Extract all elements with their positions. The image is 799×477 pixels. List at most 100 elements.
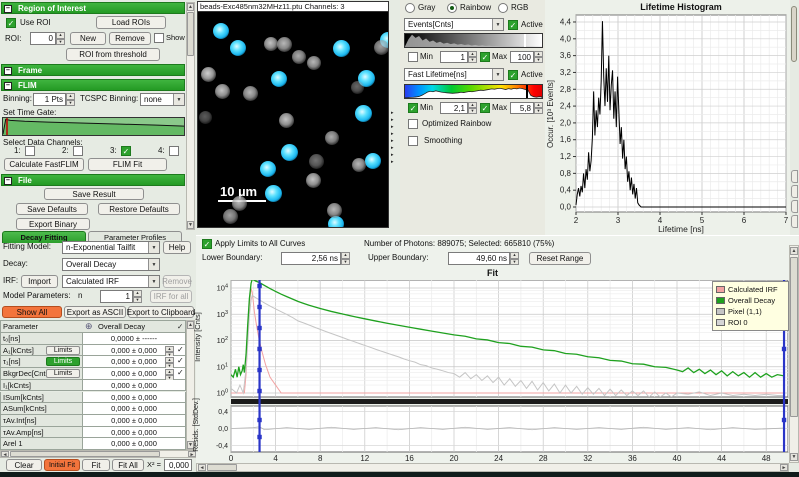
flim-fit-button[interactable]: FLIM Fit [88, 158, 167, 171]
collapse-icon[interactable]: – [4, 177, 12, 185]
events-max-input[interactable]: 100 [510, 51, 534, 63]
scroll-thumb[interactable] [207, 464, 237, 471]
binning-input[interactable]: 1 Pts [33, 93, 66, 106]
roi-new-button[interactable]: New [70, 32, 106, 45]
fit-hscrollbar[interactable]: ◄ ► [196, 463, 789, 472]
value-spinner[interactable]: ▲▼ [165, 357, 174, 366]
binning-spinner[interactable]: ▲▼ [66, 93, 75, 106]
param-value-cell[interactable]: 0,000 ± 0,000 [83, 415, 186, 427]
fit-all-button[interactable]: Fit All [112, 459, 144, 471]
lifetime-channel-select[interactable]: Fast Lifetime[ns]▼ [404, 68, 504, 81]
param-value-cell[interactable]: 0,000 ± 0,000 [83, 392, 186, 404]
events-min-checkbox[interactable] [408, 52, 418, 64]
curve-check[interactable]: ✓ [177, 322, 183, 331]
clear-button[interactable]: Clear [6, 459, 42, 471]
image-splitter[interactable]: ▸▸▸▸▸▸▸▸ [390, 0, 400, 235]
scroll-up-arrow[interactable]: ▲ [790, 247, 798, 255]
export-binary-button[interactable]: Export Binary [16, 218, 90, 230]
calculate-fastflim-button[interactable]: Calculate FastFLIM [4, 158, 84, 171]
collapse-icon[interactable]: – [4, 5, 12, 13]
save-defaults-button[interactable]: Save Defaults [16, 203, 88, 215]
channel-checkbox[interactable] [169, 146, 179, 156]
section-header-roi[interactable]: –Region of Interest [1, 2, 185, 14]
irf-select[interactable]: Calculated IRF▼ [62, 275, 160, 288]
roi-number-input[interactable]: 0 [30, 32, 56, 45]
rgb-radio[interactable] [498, 3, 508, 15]
param-value-cell[interactable]: 0,000 ± 0,000 [83, 427, 186, 439]
chevron-down-icon[interactable]: ▼ [492, 69, 503, 80]
scroll-down-arrow[interactable]: ▼ [790, 453, 798, 461]
section-header-flim[interactable]: –FLIM [1, 79, 185, 91]
fit-param-check[interactable]: ✓ [177, 368, 184, 377]
fit-param-check[interactable]: ✓ [177, 345, 184, 354]
scroll-left-arrow[interactable]: ◄ [1, 451, 9, 457]
help-button[interactable]: Help [163, 241, 191, 254]
fit-vscrollbar[interactable]: ▲ ▼ [789, 245, 799, 463]
param-value-cell[interactable]: 0,0000 ± ------ [83, 333, 186, 345]
scroll-thumb[interactable] [790, 257, 798, 417]
lifetime-active-checkbox[interactable]: ✓ [508, 70, 518, 80]
n-input[interactable]: 1 [100, 290, 133, 303]
use-roi-checkbox[interactable]: ✓ [6, 18, 16, 28]
panel-handle[interactable] [791, 6, 797, 62]
events-max-checkbox[interactable]: ✓ [480, 52, 490, 62]
gray-radio[interactable] [405, 3, 415, 15]
fit-param-check[interactable]: ✓ [177, 356, 184, 365]
side-button[interactable] [791, 185, 798, 198]
upper-boundary-input[interactable]: 49,60 ns [448, 252, 510, 265]
export-clipboard-button[interactable]: Export to Clipboard [128, 306, 194, 318]
chevron-down-icon[interactable]: ▼ [148, 242, 159, 253]
side-button[interactable] [791, 170, 798, 183]
table-hscrollbar[interactable]: ◄ ► [0, 450, 196, 458]
restore-defaults-button[interactable]: Restore Defaults [98, 203, 180, 215]
scroll-up-arrow[interactable]: ▲ [187, 3, 194, 11]
scroll-thumb[interactable] [10, 451, 160, 457]
n-spinner[interactable]: ▲▼ [133, 290, 142, 303]
reset-range-button[interactable]: Reset Range [529, 252, 591, 265]
lifetime-min-checkbox[interactable]: ✓ [408, 103, 418, 113]
lifetime-min-spinner[interactable]: ▲▼ [468, 102, 477, 114]
rainbow-radio[interactable] [447, 3, 457, 15]
chevron-down-icon[interactable]: ▼ [148, 259, 159, 270]
events-active-checkbox[interactable]: ✓ [508, 20, 518, 30]
section-header-frame[interactable]: –Frame [1, 64, 185, 76]
limits-button[interactable]: Limits [46, 346, 80, 355]
param-value-cell[interactable]: 0,000 ± 0,000 [83, 438, 186, 450]
show-all-checkbox[interactable] [154, 33, 164, 45]
decay-select[interactable]: Overall Decay▼ [62, 258, 160, 271]
limits-button[interactable]: Limits [46, 357, 80, 366]
upper-boundary-spinner[interactable]: ▲▼ [510, 252, 519, 265]
events-min-spinner[interactable]: ▲▼ [468, 51, 477, 63]
flim-image[interactable]: 10 µm [197, 12, 389, 228]
events-max-spinner[interactable]: ▲▼ [534, 51, 543, 63]
left-panel-scrollbar[interactable]: ▲ ▼ [186, 2, 195, 230]
irf-import-button[interactable]: Import [21, 275, 58, 288]
tcspc-binning-select[interactable]: none▼ [140, 93, 185, 106]
events-min-input[interactable]: 1 [440, 51, 468, 63]
events-max-cursor[interactable] [524, 34, 526, 47]
initial-fit-button[interactable]: Initial Fit [44, 459, 80, 471]
value-spinner[interactable]: ▲▼ [165, 346, 174, 355]
events-channel-select[interactable]: Events[Cnts]▼ [404, 18, 504, 31]
chevron-down-icon[interactable]: ▼ [173, 94, 184, 105]
channel-checkbox[interactable]: ✓ [121, 146, 131, 156]
side-button[interactable] [791, 200, 798, 213]
optimized-rainbow-checkbox[interactable] [408, 119, 418, 131]
channel-checkbox[interactable] [73, 146, 83, 156]
roi-from-threshold-button[interactable]: ROI from threshold [66, 48, 160, 61]
roi-spinner[interactable]: ▲▼ [56, 32, 65, 45]
load-rois-button[interactable]: Load ROIs [96, 16, 166, 29]
show-all-button[interactable]: Show All [2, 306, 62, 318]
scroll-thumb[interactable] [187, 12, 194, 56]
roi-remove-button[interactable]: Remove [109, 32, 151, 45]
lifetime-max-cursor[interactable] [526, 85, 528, 98]
section-header-file[interactable]: –File [1, 174, 185, 186]
lifetime-max-input[interactable]: 5,8 [510, 102, 534, 114]
chevron-down-icon[interactable]: ▼ [492, 19, 503, 30]
chevron-down-icon[interactable]: ▼ [148, 276, 159, 287]
lower-boundary-input[interactable]: 2,56 ns [281, 252, 341, 265]
value-spinner[interactable]: ▲▼ [165, 369, 174, 378]
save-result-button[interactable]: Save Result [44, 188, 144, 200]
irf-remove-button[interactable]: Remove [163, 275, 191, 288]
scroll-left-arrow[interactable]: ◄ [198, 464, 206, 471]
